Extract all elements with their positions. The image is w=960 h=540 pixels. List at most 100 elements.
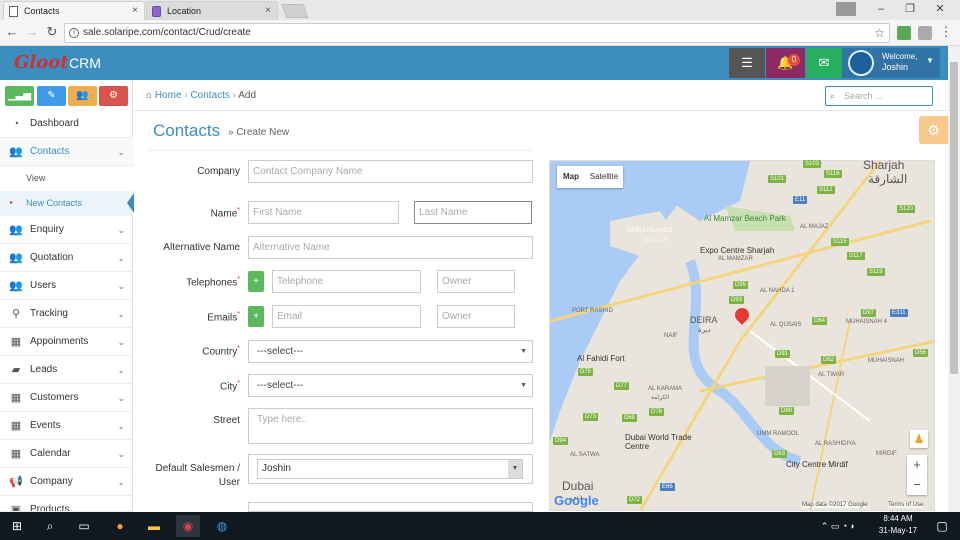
quick-users-button[interactable]: 👥	[68, 86, 97, 106]
terms-link[interactable]: Terms of Use	[888, 502, 924, 508]
salesmen-select[interactable]: Joshin ▼	[257, 459, 523, 479]
menu-dots-icon[interactable]: ⋮	[938, 24, 954, 40]
brand-title[interactable]: CRM	[69, 55, 101, 71]
reload-icon[interactable]: ↻	[44, 24, 60, 40]
url-bar[interactable]: i sale.solaripe.com/contact/Crud/create …	[64, 23, 890, 43]
browser-tab-contacts[interactable]: Contacts ×	[3, 1, 145, 20]
location-map[interactable]	[549, 160, 935, 511]
telephones-label: Telephones*	[148, 276, 240, 288]
sidebar-item-enquiry[interactable]: 👥 Enquiry ⌄	[0, 216, 133, 244]
close-icon[interactable]: ×	[265, 2, 271, 20]
minimize-icon[interactable]: –	[867, 0, 895, 20]
search-icon[interactable]: ⌕	[38, 515, 62, 537]
mail-button[interactable]: ✉	[806, 48, 842, 78]
logo[interactable]: Gloot	[14, 52, 69, 73]
first-name-field[interactable]: First Name	[248, 201, 399, 224]
bookmark-star-icon[interactable]: ☆	[874, 24, 885, 42]
map-label: جزر ديرة	[645, 237, 668, 243]
file-explorer-icon[interactable]: ▬	[142, 515, 166, 537]
sidebar-item-label: Events	[30, 420, 61, 431]
sidebar-item-tracking[interactable]: ⚲ Tracking ⌄	[0, 300, 133, 328]
breadcrumb-home[interactable]: Home	[155, 90, 182, 101]
sidebar-item-appoinments[interactable]: ▦ Appoinments ⌄	[0, 328, 133, 356]
select-value: ---select---	[257, 346, 304, 357]
forward-icon[interactable]: →	[24, 24, 40, 40]
road-label: D89	[779, 407, 795, 415]
sidebar-item-calendar[interactable]: ▦ Calendar ⌄	[0, 440, 133, 468]
country-select[interactable]: ---select--- ▼	[248, 340, 533, 363]
last-name-field[interactable]: Last Name	[414, 201, 532, 224]
chrome-icon[interactable]: ◉	[176, 515, 200, 537]
map-label: DEIRA	[690, 315, 718, 325]
tasks-button[interactable]: ☰	[729, 48, 765, 78]
system-tray-icons[interactable]: ⌃ ▭ ◔ ◗	[808, 515, 868, 537]
windows-start-icon[interactable]: ⊞	[5, 515, 29, 537]
road-label: E66	[660, 483, 675, 491]
zoom-out-button[interactable]: −	[907, 475, 927, 495]
sidebar-item-users[interactable]: 👥 Users ⌄	[0, 272, 133, 300]
label-text: City	[220, 381, 238, 393]
quick-settings-button[interactable]: ⚙	[99, 86, 128, 106]
sidebar-item-leads[interactable]: ▰ Leads ⌄	[0, 356, 133, 384]
tab-title: Location	[167, 6, 202, 16]
add-telephone-button[interactable]: +	[248, 271, 264, 292]
browser-tab-location[interactable]: Location ×	[146, 1, 278, 20]
search-input[interactable]: ⌕ Search ...	[825, 86, 933, 106]
street-textarea[interactable]: Type here..	[248, 408, 533, 444]
telephone-field[interactable]: Telephone	[272, 270, 421, 293]
window-close-icon[interactable]: ✕	[926, 0, 954, 20]
sidebar-subitem-view[interactable]: View	[0, 166, 133, 191]
placeholder: Email	[277, 311, 303, 322]
settings-gear-button[interactable]: ⚙	[919, 116, 948, 144]
home-icon[interactable]: ⌂	[146, 90, 152, 101]
telephone-owner-field[interactable]: Owner	[437, 270, 515, 293]
add-email-button[interactable]: +	[248, 306, 264, 327]
pegman-icon[interactable]: ♟	[910, 430, 928, 448]
zoom-in-button[interactable]: +	[907, 455, 927, 475]
sidebar-item-events[interactable]: ▦ Events ⌄	[0, 412, 133, 440]
sidebar-subitem-new-contacts[interactable]: ▸ New Contacts	[0, 191, 134, 216]
notifications-button[interactable]: 🔔 0	[766, 48, 805, 78]
sidebar-item-contacts[interactable]: 👥 Contacts ⌄	[0, 138, 133, 166]
task-view-icon[interactable]: ▭	[72, 515, 96, 537]
new-tab-button[interactable]	[281, 4, 309, 18]
next-field[interactable]	[248, 502, 533, 512]
breadcrumb-contacts[interactable]: Contacts	[190, 90, 229, 101]
sidebar-item-products[interactable]: ▣ Products	[0, 496, 133, 512]
required-mark: *	[237, 311, 240, 318]
sidebar-item-label: Appoinments	[30, 336, 89, 347]
city-select[interactable]: ---select--- ▼	[248, 374, 533, 397]
avatar[interactable]	[848, 50, 874, 76]
sidebar-item-company[interactable]: 📢 Company ⌄	[0, 468, 133, 496]
satellite-button[interactable]: Satellite	[585, 166, 623, 188]
restore-icon[interactable]: ❐	[896, 0, 924, 20]
users-icon: 👥	[9, 252, 23, 264]
quick-edit-button[interactable]: ✎	[37, 86, 66, 106]
sidebar-item-dashboard[interactable]: ◔ Dashboard	[0, 110, 133, 138]
road-label: S115	[831, 238, 849, 246]
close-icon[interactable]: ×	[132, 2, 138, 20]
caret-down-icon: ▼	[520, 382, 527, 389]
company-field[interactable]: Contact Company Name	[248, 160, 533, 183]
profile-icon[interactable]	[836, 2, 856, 16]
placeholder: Owner	[442, 276, 472, 287]
sidebar-item-customers[interactable]: ▦ Customers ⌄	[0, 384, 133, 412]
extension-icon[interactable]	[897, 26, 911, 40]
app-icon[interactable]: ●	[108, 515, 132, 537]
sidebar-item-quotation[interactable]: 👥 Quotation ⌄	[0, 244, 133, 272]
map-button[interactable]: Map	[557, 166, 585, 188]
tab-title: Contacts	[24, 6, 60, 16]
map-marker-icon: ⚲	[11, 308, 21, 320]
info-icon[interactable]: i	[69, 28, 79, 38]
road-label: D97	[861, 309, 877, 317]
email-field[interactable]: Email	[272, 305, 421, 328]
quick-stats-button[interactable]: ▁▃▅	[5, 86, 34, 106]
email-owner-field[interactable]: Owner	[437, 305, 515, 328]
clock[interactable]: 8:44 AM 31-May-17	[868, 513, 928, 537]
alternative-name-field[interactable]: Alternative Name	[248, 236, 533, 259]
back-icon[interactable]: ←	[4, 24, 20, 40]
extension-icon[interactable]	[918, 26, 932, 40]
scrollbar-thumb[interactable]	[950, 62, 958, 374]
notifications-icon[interactable]: ▢	[930, 515, 954, 537]
app-icon[interactable]: ◍	[210, 515, 234, 537]
